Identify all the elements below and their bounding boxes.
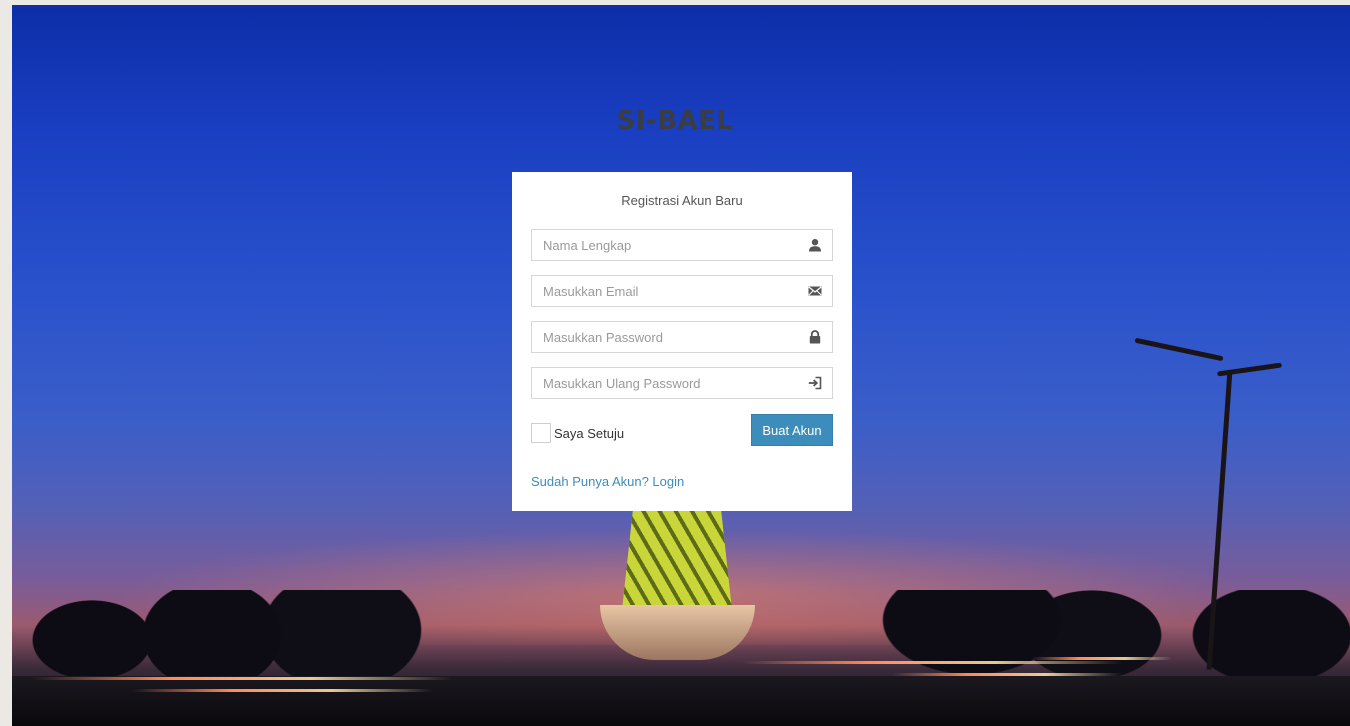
light-trail: [32, 677, 452, 680]
agree-label: Saya Setuju: [554, 425, 625, 441]
password-field: [531, 321, 833, 353]
monument-tower: [622, 510, 732, 610]
confirm-password-field: [531, 367, 833, 399]
user-icon: [809, 239, 821, 252]
registration-card: Registrasi Akun Baru Nama Lengkap Masukk…: [512, 172, 852, 511]
agree-checkbox-label[interactable]: Saya Setuju: [531, 423, 624, 443]
full-name-field: [531, 229, 833, 261]
registration-heading: Registrasi Akun Baru: [621, 193, 743, 208]
password-input[interactable]: [532, 322, 832, 352]
light-trail: [892, 673, 1122, 676]
light-trail: [742, 661, 1122, 664]
create-account-button[interactable]: Buat Akun: [751, 414, 833, 446]
road: [12, 676, 1350, 726]
log-in-icon: [808, 376, 822, 390]
light-trail: [132, 689, 432, 692]
email-input[interactable]: [532, 276, 832, 306]
confirm-password-input[interactable]: [532, 368, 832, 398]
light-trail: [1032, 657, 1172, 660]
login-link[interactable]: Sudah Punya Akun? Login: [531, 474, 684, 489]
street-lamp-arm-right: [1216, 362, 1283, 377]
email-field: [531, 275, 833, 307]
agree-row: Saya Setuju Buat Akun: [531, 414, 833, 446]
envelope-icon: [808, 286, 822, 296]
full-name-input[interactable]: [532, 230, 832, 260]
lock-icon: [809, 330, 821, 344]
agree-checkbox[interactable]: [531, 423, 551, 443]
app-title: SI-BAEL: [616, 106, 734, 136]
street-lamp-arm-left: [1134, 337, 1224, 362]
